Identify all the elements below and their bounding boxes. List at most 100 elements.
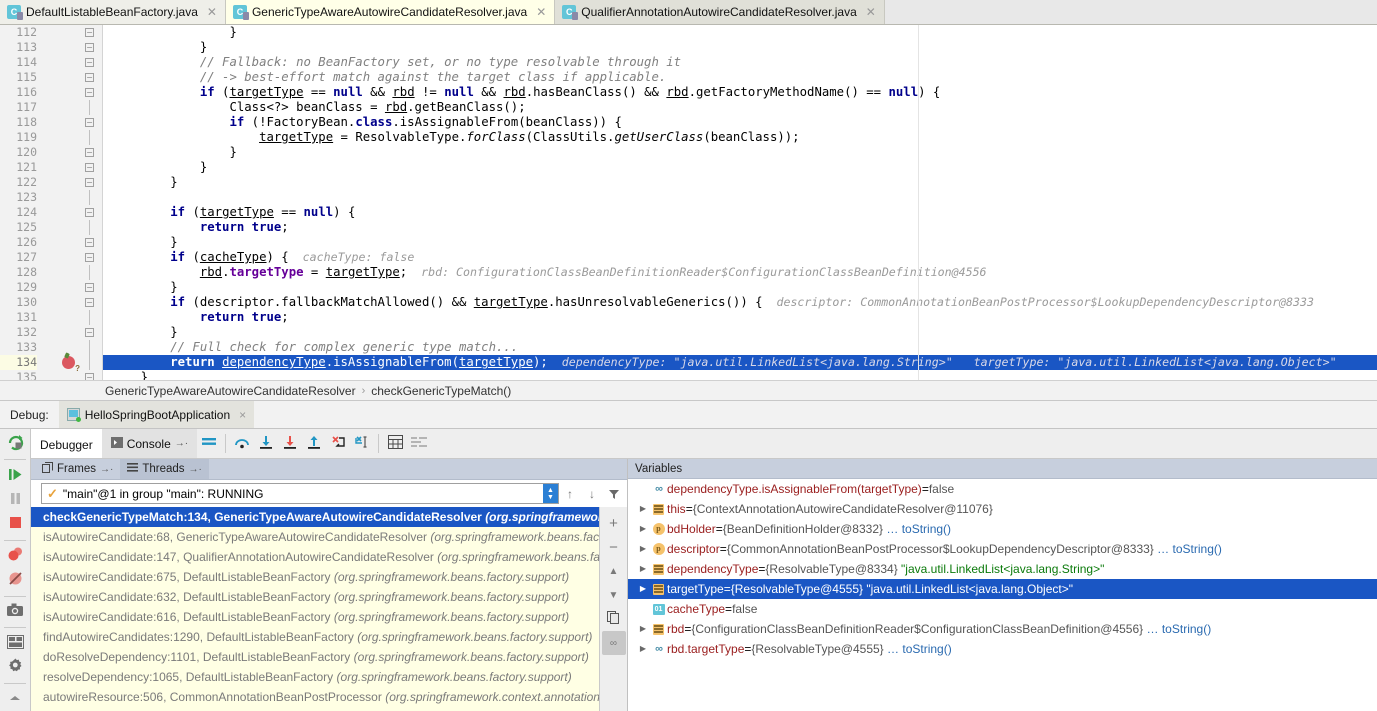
variable-tostring-link[interactable]: … toString(): [1157, 539, 1222, 559]
variable-tostring-link[interactable]: … toString(): [1147, 619, 1212, 639]
debug-tab-console[interactable]: Console→·: [102, 429, 197, 458]
expand-arrow-icon[interactable]: ▶: [636, 519, 650, 539]
expand-arrow-icon[interactable]: ▶: [636, 499, 650, 519]
code-line[interactable]: rbd.targetType = targetType; rbd: Config…: [103, 265, 1377, 280]
variable-row[interactable]: ∞dependencyType.isAssignableFrom(targetT…: [628, 479, 1377, 499]
expand-arrow-icon[interactable]: ▶: [636, 559, 650, 579]
code-line[interactable]: return dependencyType.isAssignableFrom(t…: [103, 355, 1377, 370]
variable-tostring-link[interactable]: … toString(): [886, 519, 951, 539]
close-icon[interactable]: ✕: [866, 6, 876, 18]
breadcrumb-class[interactable]: GenericTypeAwareAutowireCandidateResolve…: [105, 384, 356, 398]
editor-tab-2[interactable]: CQualifierAnnotationAutowireCandidateRes…: [555, 0, 885, 24]
fold-collapse-icon[interactable]: −: [85, 73, 94, 82]
variable-row[interactable]: ▶rbd = {ConfigurationClassBeanDefinition…: [628, 619, 1377, 639]
close-icon[interactable]: ✕: [207, 6, 217, 18]
fold-collapse-icon[interactable]: −: [85, 163, 94, 172]
frame-row[interactable]: isAutowireCandidate:675, DefaultListable…: [31, 567, 599, 587]
frame-row[interactable]: resolveDependency:1065, DefaultListableB…: [31, 667, 599, 687]
settings-button[interactable]: [1, 655, 29, 679]
code-editor[interactable]: 1121131141151161171181191201211221231241…: [0, 25, 1377, 380]
pin-icon[interactable]: →·: [189, 464, 202, 475]
rerun-button[interactable]: [1, 432, 29, 456]
remove-watch-button[interactable]: −: [602, 535, 626, 559]
copy-stack-button[interactable]: [602, 607, 626, 631]
code-line[interactable]: // -> best-effort match against the targ…: [103, 70, 1377, 85]
step-into-button[interactable]: [254, 429, 278, 458]
code-line[interactable]: [103, 190, 1377, 205]
code-line[interactable]: }: [103, 280, 1377, 295]
code-line[interactable]: if (targetType == null) {: [103, 205, 1377, 220]
pane-tab-threads[interactable]: Threads→·: [120, 459, 209, 479]
frame-row[interactable]: autowireResource:506, CommonAnnotationBe…: [31, 687, 599, 707]
fold-collapse-icon[interactable]: −: [85, 208, 94, 217]
chevron-updown-icon[interactable]: ▲▼: [543, 484, 558, 503]
show-execution-point-button[interactable]: [197, 429, 221, 458]
code-line[interactable]: }: [103, 175, 1377, 190]
resume-program-button[interactable]: [1, 463, 29, 487]
frames-list[interactable]: checkGenericTypeMatch:134, GenericTypeAw…: [31, 507, 599, 711]
expand-arrow-icon[interactable]: ▶: [636, 539, 650, 559]
previous-frame-button[interactable]: ↑: [559, 480, 581, 507]
variable-row[interactable]: 01cacheType = false: [628, 599, 1377, 619]
watches-toggle-button[interactable]: ∞: [602, 631, 626, 655]
frame-row[interactable]: checkGenericTypeMatch:134, GenericTypeAw…: [31, 507, 599, 527]
fold-collapse-icon[interactable]: −: [85, 283, 94, 292]
frame-row[interactable]: isAutowireCandidate:147, QualifierAnnota…: [31, 547, 599, 567]
variable-row[interactable]: ▶∞rbd.targetType = {ResolvableType@4555}…: [628, 639, 1377, 659]
screenshot-button[interactable]: [1, 599, 29, 623]
fold-collapse-icon[interactable]: −: [85, 238, 94, 247]
pin-icon[interactable]: →·: [175, 438, 188, 449]
variables-list[interactable]: ∞dependencyType.isAssignableFrom(targetT…: [628, 479, 1377, 711]
hide-button[interactable]: [1, 687, 29, 711]
frame-row[interactable]: doResolveDependency:1101, DefaultListabl…: [31, 647, 599, 667]
debug-tab-debugger[interactable]: Debugger: [31, 429, 102, 458]
force-step-into-button[interactable]: [278, 429, 302, 458]
move-down-button[interactable]: ▼: [602, 583, 626, 607]
expand-arrow-icon[interactable]: ▶: [636, 639, 650, 659]
fold-expand-icon[interactable]: −: [85, 58, 94, 67]
code-line[interactable]: }: [103, 235, 1377, 250]
code-line[interactable]: // Full check for complex generic type m…: [103, 340, 1377, 355]
fold-collapse-icon[interactable]: −: [85, 118, 94, 127]
code-line[interactable]: if (!FactoryBean.class.isAssignableFrom(…: [103, 115, 1377, 130]
thread-select[interactable]: ✓ "main"@1 in group "main": RUNNING ▲▼: [41, 483, 559, 504]
pin-icon[interactable]: →·: [100, 464, 113, 475]
code-line[interactable]: }: [103, 325, 1377, 340]
step-over-button[interactable]: [230, 429, 254, 458]
code-line[interactable]: return true;: [103, 310, 1377, 325]
stop-button[interactable]: [1, 512, 29, 536]
variable-row[interactable]: ▶this = {ContextAnnotationAutowireCandid…: [628, 499, 1377, 519]
variable-row[interactable]: ▶targetType = {ResolvableType@4555} "jav…: [628, 579, 1377, 599]
close-icon[interactable]: ✕: [536, 6, 546, 18]
pause-program-button[interactable]: [1, 488, 29, 512]
code-line[interactable]: if (targetType == null && rbd != null &&…: [103, 85, 1377, 100]
step-out-button[interactable]: [302, 429, 326, 458]
fold-collapse-icon[interactable]: −: [85, 373, 94, 380]
fold-collapse-icon[interactable]: −: [85, 43, 94, 52]
editor-fold-gutter[interactable]: −−−−−−−−−−−−−−−−: [80, 25, 102, 380]
editor-tab-0[interactable]: CDefaultListableBeanFactory.java✕: [0, 0, 226, 24]
code-line[interactable]: targetType = ResolvableType.forClass(Cla…: [103, 130, 1377, 145]
move-up-button[interactable]: ▲: [602, 559, 626, 583]
pane-tab-frames[interactable]: Frames→·: [35, 459, 120, 479]
breadcrumb-method[interactable]: checkGenericTypeMatch(): [371, 384, 511, 398]
expand-arrow-icon[interactable]: ▶: [636, 619, 650, 639]
frame-row[interactable]: isAutowireCandidate:68, GenericTypeAware…: [31, 527, 599, 547]
code-line[interactable]: }: [103, 25, 1377, 40]
code-line[interactable]: if (descriptor.fallbackMatchAllowed() &&…: [103, 295, 1377, 310]
debug-session-tab[interactable]: HelloSpringBootApplication ×: [59, 401, 254, 428]
code-line[interactable]: }: [103, 370, 1377, 380]
layout-settings-button[interactable]: [1, 631, 29, 655]
code-line[interactable]: }: [103, 145, 1377, 160]
code-line[interactable]: }: [103, 160, 1377, 175]
drop-frame-button[interactable]: [326, 429, 350, 458]
editor-tab-1[interactable]: CGenericTypeAwareAutowireCandidateResolv…: [226, 0, 555, 24]
fold-expand-icon[interactable]: −: [85, 253, 94, 262]
editor-breakpoint-gutter[interactable]: [44, 25, 80, 380]
breakpoint-icon[interactable]: [62, 356, 75, 369]
next-frame-button[interactable]: ↓: [581, 480, 603, 507]
fold-expand-icon[interactable]: −: [85, 298, 94, 307]
fold-collapse-icon[interactable]: −: [85, 28, 94, 37]
code-line[interactable]: }: [103, 40, 1377, 55]
add-to-watches-button[interactable]: +: [602, 511, 626, 535]
